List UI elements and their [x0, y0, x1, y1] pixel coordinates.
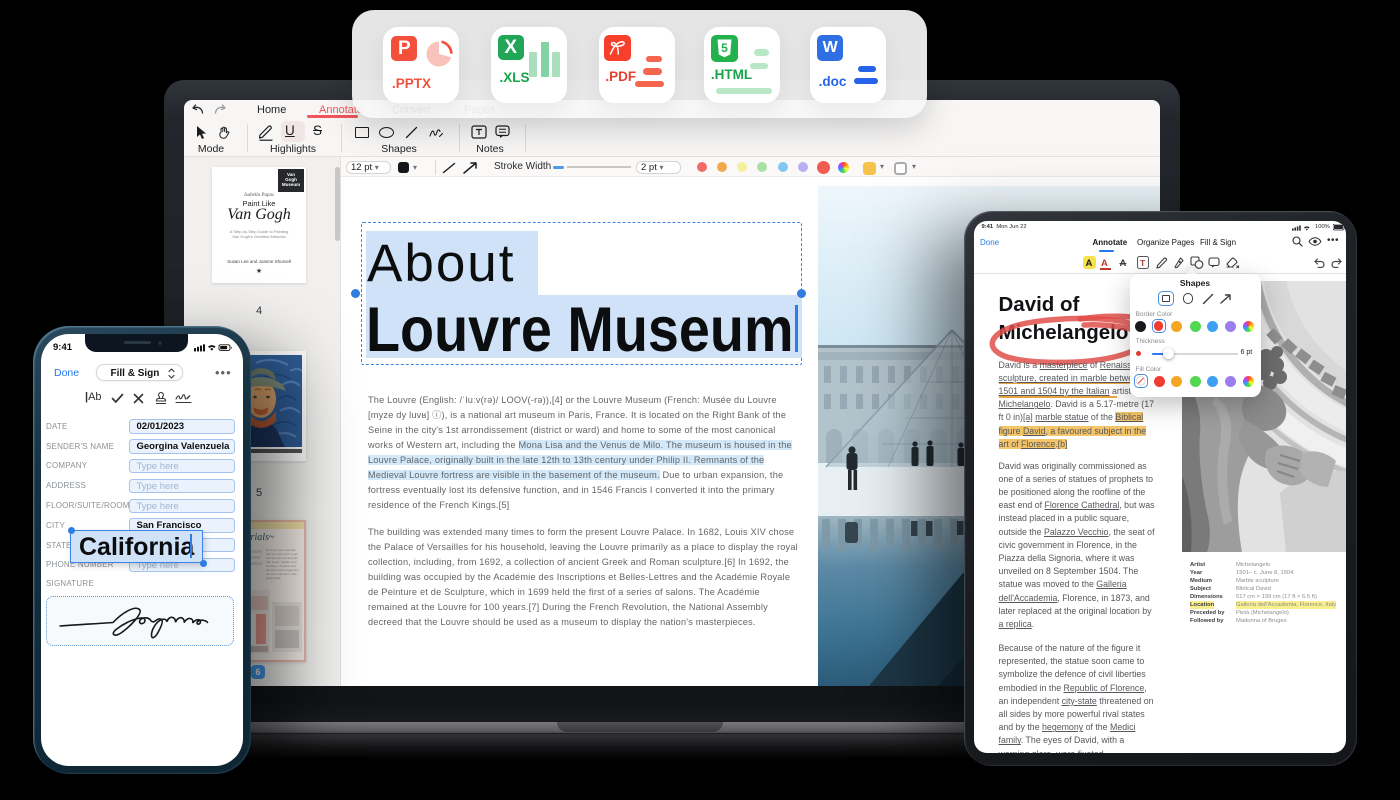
svg-text:5: 5	[722, 41, 729, 55]
